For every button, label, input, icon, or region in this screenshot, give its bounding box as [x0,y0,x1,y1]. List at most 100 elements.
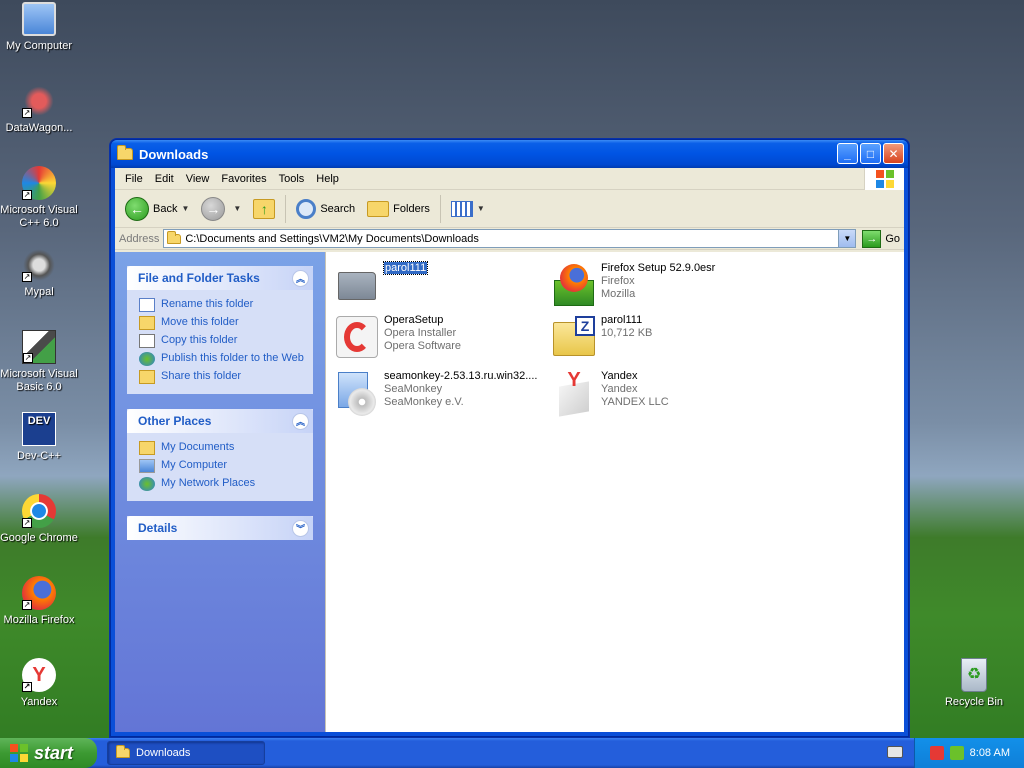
desktop-icon-label: Mozilla Firefox [3,614,75,626]
details-title: Details [138,521,178,535]
desktop-icon-visual-basic[interactable]: ↗ Microsoft Visual Basic 6.0 [0,330,78,394]
address-path: C:\Documents and Settings\VM2\My Documen… [185,232,479,245]
forward-arrow-icon: → [201,196,226,221]
desktop-icon-devcpp[interactable]: DEV Dev-C++ [0,412,78,463]
desktop-icon-label: Microsoft Visual Basic 6.0 [0,368,78,393]
back-button[interactable]: ← Back ▼ [119,194,195,224]
minimize-button[interactable]: _ [837,143,858,164]
desktop-icon-recycle-bin[interactable]: ♻ Recycle Bin [935,658,1013,709]
chevron-down-icon[interactable]: ▼ [233,204,241,213]
close-button[interactable]: ✕ [883,143,904,164]
firefox-icon: ↗ [22,576,56,610]
copy-icon [139,334,155,348]
desktop-icon-my-computer[interactable]: My Computer [0,2,78,53]
file-item-parol111-zip[interactable]: Z parol111 10,712 KB [551,314,766,360]
place-label: My Network Places [161,477,256,489]
views-button[interactable]: ▼ [445,194,491,224]
window-client: File Edit View Favorites Tools Help ← Ba… [115,168,904,732]
other-places-box: Other Places ︽ My Documents My Computer … [127,409,313,501]
place-my-network-places[interactable]: My Network Places [139,475,307,493]
explorer-body: File and Folder Tasks ︽ Rename this fold… [115,252,904,732]
collapse-chevron-icon[interactable]: ︽ [292,269,309,287]
tray-app-icon[interactable] [929,746,944,760]
file-company: YANDEX LLC [601,396,669,408]
menu-help[interactable]: Help [310,173,345,185]
desktop-icon-label: Recycle Bin [944,696,1004,708]
task-label: Copy this folder [161,334,238,346]
task-label: Rename this folder [161,298,254,310]
task-publish-folder[interactable]: Publish this folder to the Web [139,350,307,368]
window-titlebar[interactable]: Downloads _ □ ✕ [111,140,908,168]
file-name: parol111 [601,314,643,326]
close-icon: ✕ [888,146,899,161]
taskbar-button-downloads[interactable]: Downloads [107,741,265,765]
start-button[interactable]: start [0,738,97,768]
file-item-seamonkey[interactable]: seamonkey-2.53.13.ru.win32.... SeaMonkey… [334,370,549,416]
keyboard-icon[interactable] [887,746,903,758]
rename-icon [139,298,155,312]
folder-up-icon: ↑ [253,198,276,219]
collapse-chevron-icon[interactable]: ︽ [292,412,309,430]
search-button[interactable]: Search [290,194,361,224]
menu-edit[interactable]: Edit [149,173,180,185]
file-description: Opera Installer [384,327,457,339]
network-places-icon [139,477,155,491]
file-description: SeaMonkey [384,383,443,395]
desktop-icon-label: Dev-C++ [16,450,62,462]
details-header[interactable]: Details ︾ [127,516,313,540]
task-move-folder[interactable]: Move this folder [139,314,307,332]
clock[interactable]: 8:08 AM [970,747,1010,759]
publish-web-icon [139,352,155,366]
desktop-icon-visual-cpp[interactable]: ↗ Microsoft Visual C++ 6.0 [0,166,78,230]
desktop-icon-label: My Computer [5,40,73,52]
address-input[interactable]: C:\Documents and Settings\VM2\My Documen… [163,229,857,248]
file-item-parol111-folder[interactable]: parol111 [334,261,549,308]
expand-chevron-icon[interactable]: ︾ [292,519,309,537]
menu-view[interactable]: View [180,173,216,185]
desktop-icon-datawagon[interactable]: ↗ DataWagon... [0,84,78,135]
menu-tools[interactable]: Tools [273,173,311,185]
address-dropdown-button[interactable]: ▼ [838,230,856,247]
views-icon [450,200,473,217]
menu-file[interactable]: File [119,173,149,185]
toolbar-separator [285,194,287,223]
minimize-icon: _ [844,146,851,161]
yandex-installer-icon: Y [551,370,597,417]
go-button[interactable]: → Go [862,229,900,248]
task-copy-folder[interactable]: Copy this folder [139,332,307,350]
forward-button[interactable]: → ▼ [195,194,247,224]
file-item-firefox-setup[interactable]: Firefox Setup 52.9.0esr Firefox Mozilla [551,262,766,308]
desktop-icon-mypal[interactable]: ↗ Mypal [0,248,78,299]
folders-button[interactable]: Folders [361,194,436,224]
maximize-button[interactable]: □ [860,143,881,164]
place-my-documents[interactable]: My Documents [139,439,307,457]
place-my-computer[interactable]: My Computer [139,457,307,475]
up-folder-button[interactable]: ↑ [247,194,281,224]
file-folder-tasks-title: File and Folder Tasks [138,271,260,285]
desktop-icon-google-chrome[interactable]: ↗ Google Chrome [0,494,78,545]
opera-installer-icon [334,314,380,360]
visual-basic-icon: ↗ [22,330,56,364]
chevron-down-icon[interactable]: ▼ [477,204,485,213]
my-computer-icon [139,459,155,473]
folder-icon [116,745,130,758]
task-rename-folder[interactable]: Rename this folder [139,296,307,314]
shortcut-arrow-icon: ↗ [22,682,32,692]
file-size: 10,712 KB [601,327,653,339]
other-places-title: Other Places [138,414,212,428]
maximize-icon: □ [866,146,875,161]
tray-network-icon[interactable] [949,746,964,760]
desktop-icon-yandex[interactable]: Y ↗ Yandex [0,658,78,709]
menu-favorites[interactable]: Favorites [215,173,272,185]
task-share-folder[interactable]: Share this folder [139,368,307,386]
chevron-down-icon[interactable]: ▼ [181,204,189,213]
file-name: Yandex [601,370,638,382]
start-label: start [34,742,74,763]
file-item-yandex[interactable]: Y Yandex Yandex YANDEX LLC [551,370,766,417]
other-places-header[interactable]: Other Places ︽ [127,409,313,433]
task-label: Move this folder [161,316,239,328]
file-folder-tasks-header[interactable]: File and Folder Tasks ︽ [127,266,313,290]
desktop-icon-mozilla-firefox[interactable]: ↗ Mozilla Firefox [0,576,78,627]
file-item-opera-setup[interactable]: OperaSetup Opera Installer Opera Softwar… [334,314,549,360]
place-label: My Documents [161,441,235,453]
